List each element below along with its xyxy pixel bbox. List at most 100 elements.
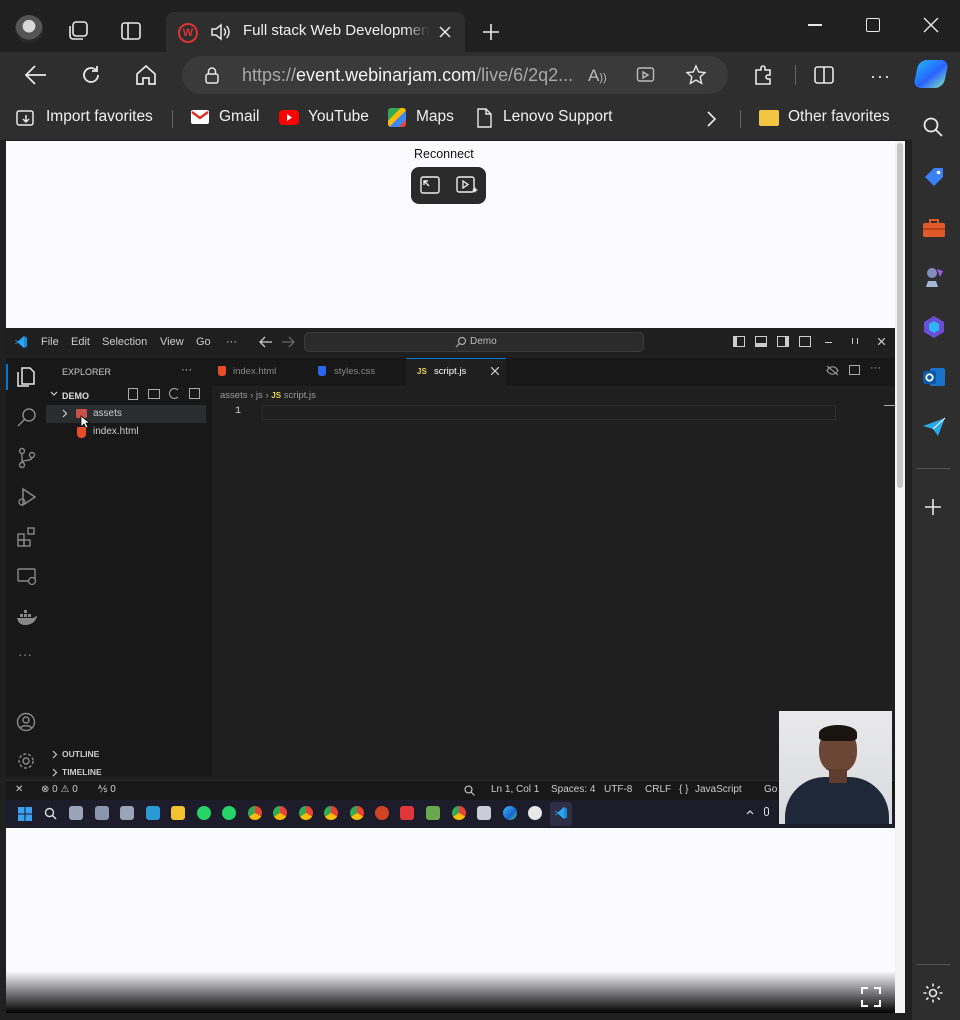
powerpoint-icon[interactable] [375, 806, 389, 820]
chevron-right-icon[interactable] [705, 110, 717, 128]
zoom-icon[interactable] [464, 785, 475, 796]
page-scrollbar[interactable] [895, 141, 905, 1013]
microsoft-365-icon[interactable] [922, 315, 946, 339]
favorite-star-icon[interactable] [685, 64, 707, 86]
indentation-status[interactable]: Spaces: 4 [551, 784, 595, 795]
current-line-highlight[interactable] [262, 405, 836, 420]
hide-whitespace-icon[interactable] [826, 365, 839, 376]
tree-item-index-html[interactable]: index.html [93, 426, 139, 437]
timeline-section[interactable]: TIMELINE [62, 767, 102, 777]
remote-explorer-icon[interactable] [17, 568, 37, 586]
vs-restore-icon[interactable] [852, 338, 858, 344]
send-telegram-icon[interactable] [922, 416, 946, 438]
cursor-position-status[interactable]: Ln 1, Col 1 [491, 784, 539, 795]
collapse-all-icon[interactable] [189, 388, 200, 399]
chrome-icon[interactable] [452, 806, 466, 820]
outline-section[interactable]: OUTLINE [62, 749, 99, 759]
shopping-tag-icon[interactable] [923, 166, 945, 188]
exit-window-icon[interactable] [419, 175, 441, 195]
editor-more-icon[interactable]: ··· [870, 362, 881, 374]
chrome-icon[interactable] [299, 806, 313, 820]
new-tab-icon[interactable] [481, 22, 501, 42]
refresh-icon[interactable] [80, 64, 102, 86]
tray-chevron-up-icon[interactable] [746, 809, 754, 815]
close-window-icon[interactable] [923, 17, 939, 33]
taskbar-app-icon[interactable] [477, 806, 491, 820]
tree-item-assets[interactable]: assets [93, 408, 122, 419]
ports-status[interactable]: ⅍ 0 [98, 784, 116, 795]
other-favorites-link[interactable]: Other favorites [788, 108, 890, 126]
customize-layout-icon[interactable] [799, 336, 811, 347]
new-file-icon[interactable] [128, 388, 138, 400]
nav-back-icon[interactable] [259, 336, 273, 348]
menu-edit[interactable]: Edit [71, 336, 90, 348]
home-icon[interactable] [134, 64, 158, 86]
tools-briefcase-icon[interactable] [922, 218, 946, 238]
vs-minimize-icon[interactable] [825, 342, 832, 343]
folder-title[interactable]: DEMO [62, 391, 89, 401]
fullscreen-icon[interactable] [861, 987, 881, 1007]
speaker-icon[interactable] [210, 22, 232, 42]
task-view-icon[interactable] [69, 806, 83, 820]
maps-link[interactable]: Maps [416, 108, 454, 126]
active-tab[interactable]: W Full stack Web Development [166, 12, 465, 52]
taskbar-app-icon[interactable] [146, 806, 160, 820]
youtube-link[interactable]: YouTube [308, 108, 369, 126]
whatsapp-icon[interactable] [222, 806, 236, 820]
extensions-icon[interactable] [752, 64, 776, 86]
import-favorites-link[interactable]: Import favorites [46, 108, 153, 126]
toggle-secondary-sidebar-icon[interactable] [777, 336, 789, 347]
games-icon[interactable] [922, 265, 946, 289]
chrome-icon[interactable] [324, 806, 338, 820]
minimize-icon[interactable] [808, 24, 822, 26]
close-tab-icon[interactable] [438, 25, 452, 39]
menu-file[interactable]: File [41, 336, 59, 348]
more-views-icon[interactable]: ··· [18, 646, 32, 662]
settings-more-icon[interactable]: ··· [870, 66, 891, 87]
copilot-icon[interactable] [913, 60, 949, 88]
workspaces-icon[interactable] [66, 20, 90, 42]
gmail-link[interactable]: Gmail [219, 108, 259, 126]
outlook-icon[interactable] [922, 366, 946, 388]
source-control-icon[interactable] [18, 447, 36, 469]
windows-start-icon[interactable] [18, 807, 32, 821]
breadcrumb-script-js[interactable]: script.js [284, 390, 316, 401]
breadcrumb-js[interactable]: js [256, 390, 263, 401]
taskbar-app-icon[interactable] [95, 806, 109, 820]
profile-avatar[interactable] [15, 15, 43, 43]
address-bar[interactable]: https://event.webinarjam.com/live/6/2q2.… [182, 56, 728, 94]
vs-close-icon[interactable] [878, 338, 885, 345]
tab-index-html[interactable]: index.html [233, 366, 276, 377]
refresh-explorer-icon[interactable] [169, 388, 180, 399]
go-live-status[interactable]: Go [764, 784, 777, 795]
docker-icon[interactable] [16, 610, 38, 626]
timeline-chevron-icon[interactable] [52, 768, 58, 777]
toggle-panel-icon[interactable] [755, 336, 767, 347]
read-aloud-icon[interactable]: A)) [588, 66, 607, 86]
search-icon[interactable] [922, 116, 944, 138]
remote-indicator-icon[interactable]: ✕ [15, 784, 23, 795]
tray-mic-icon[interactable] [764, 807, 769, 816]
media-player-icon[interactable] [528, 806, 542, 820]
video-ai-icon[interactable] [455, 175, 479, 195]
explorer-more-button[interactable]: ··· [181, 364, 192, 376]
breadcrumb-assets[interactable]: assets [220, 390, 247, 401]
nav-forward-icon[interactable] [281, 336, 295, 348]
toggle-sidebar-icon[interactable] [733, 336, 745, 347]
chevron-down-icon[interactable] [50, 391, 58, 397]
tab-script-js[interactable]: script.js [434, 366, 466, 377]
encoding-status[interactable]: UTF-8 [604, 784, 632, 795]
menu-selection[interactable]: Selection [102, 336, 147, 348]
explorer-icon[interactable] [16, 366, 36, 388]
maximize-icon[interactable] [866, 18, 880, 32]
eol-status[interactable]: CRLF [645, 784, 671, 795]
chrome-icon[interactable] [273, 806, 287, 820]
tab-styles-css[interactable]: styles.css [334, 366, 375, 377]
scrollbar-thumb[interactable] [897, 143, 903, 488]
chrome-icon[interactable] [350, 806, 364, 820]
whatsapp-icon[interactable] [197, 806, 211, 820]
app-available-icon[interactable] [636, 66, 656, 84]
problems-status[interactable]: ⊗ 0 ⚠ 0 [41, 784, 78, 795]
search-view-icon[interactable] [17, 407, 37, 427]
menu-more[interactable]: ··· [226, 336, 237, 348]
